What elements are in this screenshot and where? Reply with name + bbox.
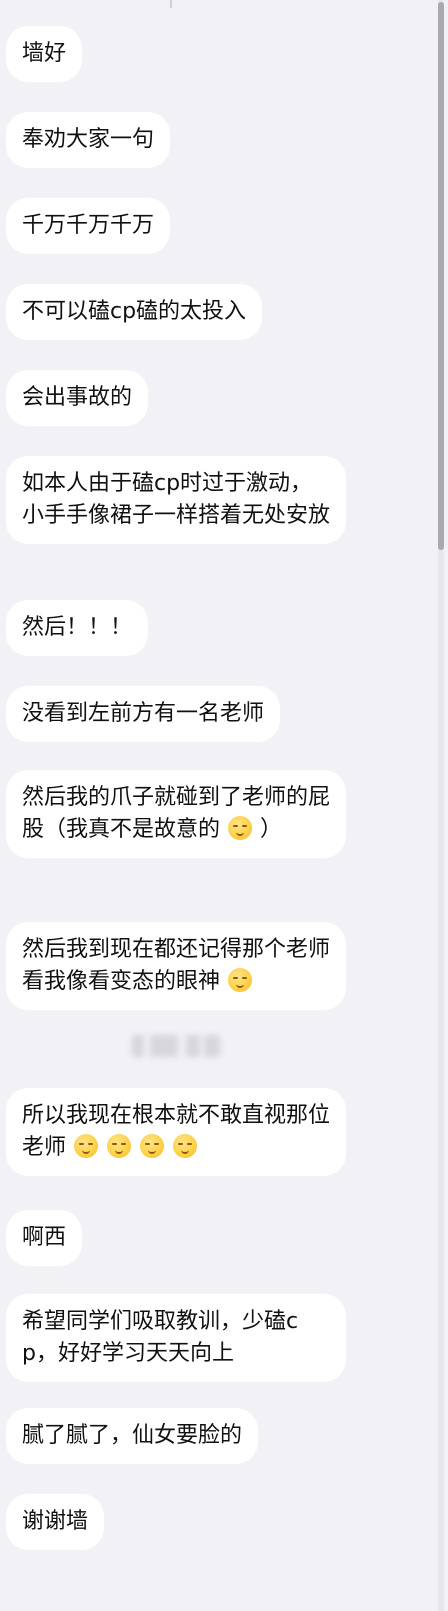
slight-smile-face-icon	[173, 1134, 198, 1158]
message-text: 不可以磕cp磕的太投入	[22, 299, 247, 324]
message-text: 希望同学们吸取教训，少磕cp，好好学习天天向上	[22, 1309, 299, 1366]
message-bubble: 会出事故的	[6, 370, 149, 426]
message-text-tail: ）	[260, 817, 283, 842]
message-text: 腻了腻了，仙女要脸的	[22, 1423, 243, 1448]
slight-smile-face-icon	[74, 1134, 99, 1158]
message-text: 奉劝大家一句	[22, 127, 155, 152]
message-bubble: 如本人由于磕cp时过于激动，小手手像裙子一样搭着无处安放	[6, 456, 346, 544]
message-bubble: 谢谢墙	[6, 1494, 105, 1550]
message-bubble: 千万千万千万	[6, 198, 171, 254]
message-bubble: 腻了腻了，仙女要脸的	[6, 1408, 259, 1464]
message-text: 谢谢墙	[22, 1509, 89, 1534]
message-bubble: 墙好	[6, 26, 83, 82]
message-bubble: 然后！！！	[6, 600, 149, 656]
message-text: 千万千万千万	[22, 213, 155, 238]
message-text: 啊西	[22, 1225, 67, 1250]
message-text: 如本人由于磕cp时过于激动，小手手像裙子一样搭着无处安放	[22, 471, 331, 528]
slight-smile-face-icon	[140, 1134, 165, 1158]
vertical-scrollbar[interactable]	[438, 0, 444, 1611]
message-text: 然后我的爪子就碰到了老师的屁股（我真不是故意的	[22, 785, 331, 842]
redacted-label	[132, 1035, 222, 1057]
relieved-face-icon	[228, 816, 253, 840]
message-bubble: 所以我现在根本就不敢直视那位老师	[6, 1088, 346, 1176]
slight-smile-face-icon	[228, 968, 253, 992]
slight-smile-face-icon	[107, 1134, 132, 1158]
message-text: 没看到左前方有一名老师	[22, 701, 265, 726]
message-bubble: 啊西	[6, 1210, 83, 1266]
message-text: 然后！！！	[22, 615, 133, 640]
message-bubble: 不可以磕cp磕的太投入	[6, 284, 263, 340]
scrollbar-thumb[interactable]	[438, 2, 444, 550]
message-bubble: 然后我的爪子就碰到了老师的屁股（我真不是故意的 ）	[6, 770, 346, 858]
message-bubble: 希望同学们吸取教训，少磕cp，好好学习天天向上	[6, 1294, 346, 1382]
message-bubble: 然后我到现在都还记得那个老师看我像看变态的眼神	[6, 922, 346, 1010]
message-text: 然后我到现在都还记得那个老师看我像看变态的眼神	[22, 937, 331, 994]
chat-transcript: 墙好 奉劝大家一句 千万千万千万 不可以磕cp磕的太投入 会出事故的 如本人由于…	[0, 0, 436, 1611]
message-text: 会出事故的	[22, 385, 133, 410]
message-text: 墙好	[22, 41, 67, 66]
message-bubble: 没看到左前方有一名老师	[6, 686, 281, 742]
top-divider	[170, 0, 172, 8]
message-bubble: 奉劝大家一句	[6, 112, 171, 168]
